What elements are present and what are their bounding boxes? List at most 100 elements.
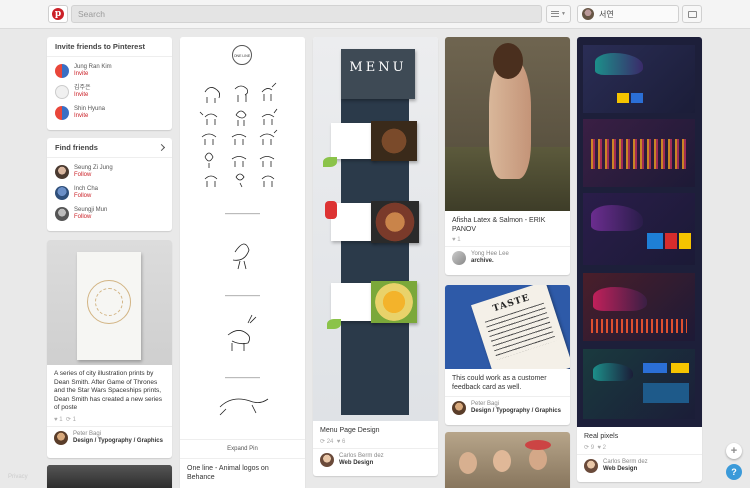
suggested-person[interactable]: Inch Cha Follow <box>47 182 172 203</box>
avatar <box>55 105 69 120</box>
follow-link[interactable]: Follow <box>74 193 98 200</box>
invite-link[interactable]: Invite <box>74 113 105 120</box>
question-icon: ? <box>731 467 737 477</box>
find-title: Find friends <box>55 143 98 152</box>
pin-image[interactable]: TASTE <box>445 285 570 369</box>
pin-card[interactable] <box>445 432 570 488</box>
pin-card[interactable]: Real pixels ⟳ 9 ♥ 2 Carlos Berm dez Web D… <box>577 37 702 482</box>
animal-icon <box>231 134 247 145</box>
child-face <box>493 450 511 472</box>
ostrich-icon <box>232 243 250 270</box>
chevron-down-icon: ▼ <box>561 11 566 17</box>
animal-icon <box>261 108 278 125</box>
pin-image[interactable] <box>445 37 570 211</box>
privacy-link[interactable]: Privacy <box>8 474 28 480</box>
invite-person[interactable]: Jung Ran Kim Invite <box>47 60 172 81</box>
follow-link[interactable]: Follow <box>74 214 107 221</box>
pinner-name: Carlos Berm dez <box>603 459 648 465</box>
invite-person[interactable]: 김주은 Invite <box>47 81 172 102</box>
poster-print <box>77 252 141 360</box>
user-profile-button[interactable]: 서연 <box>577 5 679 23</box>
pin-attribution[interactable]: Carlos Berm dez Web Design <box>577 454 702 477</box>
plus-icon: + <box>730 445 738 457</box>
pin-image[interactable]: ONE LINE <box>180 37 305 439</box>
avatar <box>55 164 69 179</box>
pin-attribution[interactable]: Peter Bagi Design / Typography / Graphics <box>47 425 172 449</box>
repins-count: 24 <box>326 439 334 445</box>
animal-icon <box>204 152 214 168</box>
hat <box>525 440 551 450</box>
help-button[interactable]: ? <box>726 464 742 480</box>
message-icon <box>687 10 697 18</box>
pin-image[interactable] <box>577 37 702 427</box>
pin-image[interactable] <box>445 432 570 488</box>
pin-attribution[interactable]: Peter Bagi Design / Typography / Graphics <box>445 396 570 419</box>
pinner-name: Peter Bagi <box>471 401 500 407</box>
pin-card[interactable]: MENU Menu Page Design ⟳ 24 ♥ 6 Carlos Be… <box>313 37 438 476</box>
invite-link[interactable]: Invite <box>74 92 91 99</box>
pin-attribution[interactable]: Yong Hee Lee archive. <box>445 246 570 269</box>
city-illustration-inner <box>95 288 123 316</box>
suggested-person[interactable]: Seung Zi Jung Follow <box>47 161 172 182</box>
top-bar: p ▼ 서연 <box>0 0 750 29</box>
animal-icon <box>259 156 275 167</box>
search-input[interactable] <box>71 5 542 23</box>
pinner-name: Yong Hee Lee <box>471 251 509 257</box>
ui-block <box>679 233 691 249</box>
person-name: 김주은 <box>74 84 91 91</box>
ui-screen <box>583 349 695 419</box>
find-friends-panel: Find friends Seung Zi Jung Follow Inch Ch… <box>47 138 172 231</box>
board-name[interactable]: Design / Typography / Graphics <box>471 408 561 415</box>
section-caption <box>225 213 260 215</box>
invite-title: Invite friends to Pinterest <box>55 42 146 51</box>
likes-count: 6 <box>341 439 346 445</box>
user-name: 서연 <box>599 9 614 19</box>
chevron-right-icon <box>157 143 166 152</box>
pin-card[interactable] <box>47 465 172 488</box>
likes-count: 2 <box>602 445 606 451</box>
hair <box>493 43 523 79</box>
ui-screen <box>583 119 695 187</box>
add-pin-button[interactable]: + <box>726 443 742 459</box>
avatar <box>584 459 598 473</box>
person-name: Seungji Mun <box>74 206 108 213</box>
board-name[interactable]: Web Design <box>603 466 648 473</box>
person-name: Inch Cha <box>74 185 99 192</box>
child-face <box>459 452 477 474</box>
food-photo <box>371 121 417 161</box>
board-name[interactable]: Design / Typography / Graphics <box>73 438 163 445</box>
invite-link[interactable]: Invite <box>74 71 112 78</box>
pin-description: One line - Animal logos on Behance <box>180 458 305 482</box>
invite-person[interactable]: Shin Hyuna Invite <box>47 102 172 123</box>
pin-attribution[interactable]: Carlos Berm dez Web Design <box>313 448 438 471</box>
hamburger-icon <box>551 11 560 17</box>
menu-button[interactable]: ▼ <box>546 5 571 23</box>
pinterest-p-icon: p <box>52 8 64 20</box>
pin-card[interactable]: ONE LINE Expand Pin One line - Animal lo… <box>180 37 305 488</box>
animal-icon <box>261 175 275 187</box>
avatar <box>452 251 466 265</box>
suggested-person[interactable]: Seungji Mun Follow <box>47 203 172 224</box>
menu-card <box>331 203 375 241</box>
messages-button[interactable] <box>682 5 702 23</box>
invite-panel-header: Invite friends to Pinterest <box>47 37 172 57</box>
animal-icon <box>199 111 218 125</box>
board-name[interactable]: Web Design <box>339 460 384 467</box>
pin-image[interactable]: MENU <box>313 37 438 421</box>
board-name[interactable]: archive. <box>471 258 509 265</box>
pin-card[interactable]: A series of city illustration prints by … <box>47 240 172 458</box>
pinterest-logo[interactable]: p <box>48 5 68 23</box>
ui-block <box>643 363 667 373</box>
ui-block <box>665 233 677 249</box>
pin-card[interactable]: TASTE This could work as a customer feed… <box>445 285 570 425</box>
pin-image[interactable] <box>47 465 172 488</box>
avatar <box>55 206 69 221</box>
pin-image[interactable] <box>47 240 172 365</box>
feedback-card: TASTE <box>471 285 570 369</box>
ui-screen <box>583 273 695 341</box>
pin-card[interactable]: Afisha Latex & Salmon - ERIK PANOV ♥ 1 Y… <box>445 37 570 275</box>
pin-stats: ♥ 1 ⟳ 1 <box>54 416 76 423</box>
follow-link[interactable]: Follow <box>74 172 113 179</box>
find-friends-header[interactable]: Find friends <box>47 138 172 158</box>
expand-pin-button[interactable]: Expand Pin <box>180 439 305 458</box>
